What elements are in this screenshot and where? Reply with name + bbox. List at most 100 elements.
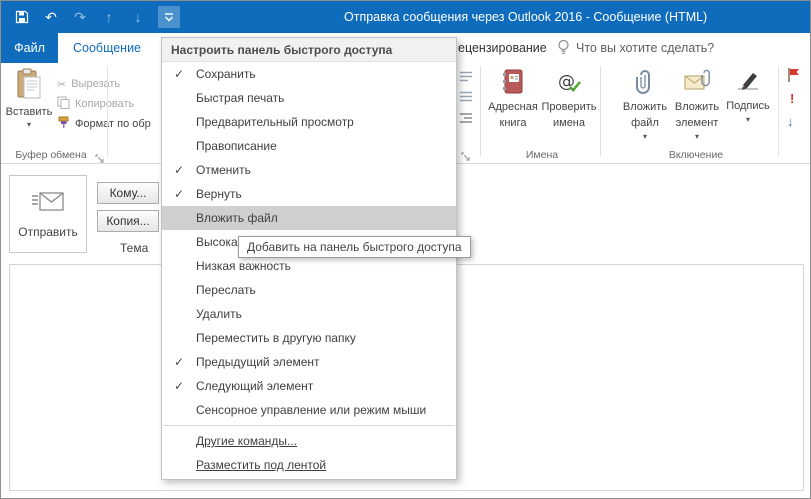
qat-customize-menu: Настроить панель быстрого доступа ✓ Сохр… [161,37,457,480]
paste-label: Вставить [6,106,53,118]
format-painter-button[interactable]: Формат по обр [57,115,151,133]
check-icon: ✓ [162,355,196,369]
format-painter-icon [57,116,70,132]
undo-icon[interactable]: ↶ [42,8,60,26]
menu-item[interactable]: Удалить [162,302,456,326]
menu-item-label: Быстрая печать [196,91,284,105]
group-separator [480,66,481,156]
menu-item-label: Разместить под лентой [196,458,326,472]
attach-file-button[interactable]: Вложить файл ▾ [621,65,669,149]
menu-item[interactable]: ✓ Предыдущий элемент [162,350,456,374]
signature-label: Подпись [726,100,770,113]
signature-pen-icon [735,68,761,97]
copy-icon [57,96,70,112]
clipboard-paste-icon [16,68,42,103]
menu-item[interactable]: Переслать [162,278,456,302]
menu-item-more-commands[interactable]: Другие команды... [162,429,456,453]
menu-item[interactable]: ✓ Следующий элемент [162,374,456,398]
attach-file-label-line2: файл [631,117,659,130]
menu-item-label: Другие команды... [196,434,297,448]
group-separator [600,66,601,156]
address-book-icon [501,68,525,98]
next-item-icon[interactable]: ↓ [129,8,147,26]
paste-button[interactable]: Вставить ▾ [5,65,53,149]
menu-item-show-below-ribbon[interactable]: Разместить под лентой [162,453,456,477]
menu-item[interactable]: Вложить файл [162,206,456,230]
previous-item-icon[interactable]: ↑ [100,8,118,26]
menu-item-label: Переслать [196,283,256,297]
menu-item[interactable]: Сенсорное управление или режим мыши [162,398,456,422]
menu-item-label: Сенсорное управление или режим мыши [196,403,426,417]
menu-item-label: Отменить [196,163,251,177]
check-names-button[interactable]: @ Проверить имена [542,65,596,149]
attach-item-button[interactable]: Вложить элемент ▾ [671,65,723,149]
window-title: Отправка сообщения через Outlook 2016 - … [344,1,707,33]
to-button[interactable]: Кому... [97,182,159,204]
qat-menu-header: Настроить панель быстрого доступа [162,38,456,62]
attach-item-caret: ▾ [695,133,699,140]
menu-item[interactable]: Предварительный просмотр [162,110,456,134]
copy-button[interactable]: Копировать [57,95,134,113]
attach-item-label-line2: элемент [676,117,719,130]
paste-dropdown-caret: ▾ [27,121,31,128]
menu-item-label: Следующий элемент [196,379,313,393]
check-names-label-line2: имена [553,117,585,130]
address-book-button[interactable]: Адресная книга [487,65,539,149]
menu-item[interactable]: Правописание [162,134,456,158]
paragraph-lines-icon[interactable] [459,69,473,87]
attach-item-label-line1: Вложить [675,101,719,114]
high-importance-icon[interactable]: ! [790,91,794,106]
menu-item-label: Сохранить [196,67,256,81]
tell-me-label: Что вы хотите сделать? [576,41,714,55]
menu-item-label: Предыдущий элемент [196,355,320,369]
menu-item-label: Вложить файл [196,211,278,225]
send-envelope-icon [31,189,65,218]
send-button[interactable]: Отправить [9,175,87,253]
address-book-label-line2: книга [500,117,527,130]
tab-message[interactable]: Сообщение [58,33,156,63]
signature-caret: ▾ [746,116,750,123]
menu-item[interactable]: Переместить в другую папку [162,326,456,350]
low-importance-icon[interactable]: ↓ [787,114,794,129]
check-icon: ✓ [162,163,196,177]
send-label: Отправить [18,225,78,239]
envelope-attachment-icon [684,68,710,98]
cut-label: Вырезать [71,78,120,90]
clipboard-dialog-launcher-icon[interactable] [95,150,105,160]
tab-file[interactable]: Файл [1,33,58,63]
subject-label: Тема [120,241,148,255]
menu-separator [163,425,455,426]
list-lines-icon[interactable] [459,89,473,107]
signature-button[interactable]: Подпись ▾ [725,65,771,149]
font-dialog-launcher-icon[interactable] [461,148,471,158]
check-names-label-line1: Проверить [542,101,597,114]
save-icon[interactable] [13,8,31,26]
group-separator [778,66,779,156]
check-icon: ✓ [162,187,196,201]
menu-item[interactable]: ✓ Отменить [162,158,456,182]
check-names-icon: @ [556,68,582,98]
group-separator [107,66,108,156]
attach-file-label-line1: Вложить [623,101,667,114]
check-icon: ✓ [162,67,196,81]
follow-up-flag-icon[interactable] [786,67,800,88]
customize-quick-access-toolbar-button[interactable] [158,6,180,28]
menu-item-label: Правописание [196,139,277,153]
attach-file-caret: ▾ [643,133,647,140]
scissors-icon: ✂ [57,78,66,91]
title-bar: ↶ ↷ ↑ ↓ Отправка сообщения через Outlook… [1,1,810,33]
cc-button[interactable]: Копия... [97,210,159,232]
redo-icon[interactable]: ↷ [71,8,89,26]
address-book-label-line1: Адресная [488,101,538,114]
menu-item[interactable]: Быстрая печать [162,86,456,110]
tab-review-partial[interactable]: ецензирование [458,33,547,63]
menu-item[interactable]: ✓ Вернуть [162,182,456,206]
copy-label: Копировать [75,98,134,110]
cut-button[interactable]: ✂ Вырезать [57,75,120,93]
clipboard-group-label: Буфер обмена [1,149,101,161]
paperclip-icon [635,68,655,98]
tell-me-box[interactable]: Что вы хотите сделать? [557,33,714,63]
indent-icon[interactable] [459,111,473,129]
menu-item[interactable]: ✓ Сохранить [162,62,456,86]
menu-item-label: Удалить [196,307,242,321]
